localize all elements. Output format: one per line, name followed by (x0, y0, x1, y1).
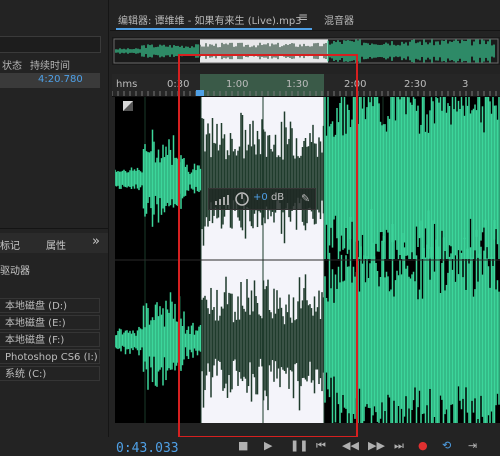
files-search-field[interactable] (0, 36, 101, 53)
col-duration-header[interactable]: 持续时间 (30, 57, 70, 72)
loop-icon[interactable]: ⟲ (442, 439, 451, 452)
tab-markers[interactable]: 标记 (0, 237, 20, 252)
ruler-tick-cut: 3 (462, 79, 469, 90)
more-panels-icon[interactable]: » (92, 234, 100, 249)
goto-start-icon[interactable]: ⏮ (316, 439, 326, 453)
fastforward-icon[interactable]: ▶▶ (368, 439, 385, 452)
record-icon[interactable]: ● (418, 439, 428, 452)
pause-icon[interactable]: ❚❚ (290, 439, 308, 452)
drive-item[interactable]: 本地磁盘 (F:) (0, 332, 100, 347)
play-icon[interactable]: ▶ (264, 439, 272, 452)
files-panel: 状态 持续时间 4:20.780 标记 属性 » 驱动器 本地磁盘 (D:) 本… (0, 0, 109, 455)
ruler-tick: 2:30 (404, 79, 427, 90)
divider (0, 228, 108, 229)
active-tab-indicator (116, 28, 312, 30)
ruler-unit: hms (116, 79, 138, 90)
drive-item[interactable]: 本地磁盘 (E:) (0, 315, 100, 330)
panel-tabs: 标记 属性 » (0, 233, 108, 253)
tab-editor[interactable]: 编辑器: 谭维维 - 如果有来生 (Live).mp3 (118, 12, 302, 27)
highlight-annotation (178, 54, 358, 438)
stop-icon[interactable]: ■ (238, 439, 248, 452)
rewind-icon[interactable]: ◀◀ (342, 439, 359, 452)
tab-mixer[interactable]: 混音器 (324, 12, 354, 27)
drive-item[interactable]: Photoshop CS6 (I:) (0, 349, 100, 364)
panel-menu-icon[interactable]: ≡ (298, 10, 308, 24)
file-duration: 4:20.780 (38, 74, 83, 85)
col-status-header[interactable]: 状态 (2, 57, 22, 72)
goto-end-icon[interactable]: ⏭ (394, 439, 404, 453)
skip-icon[interactable]: ⇥ (468, 439, 477, 452)
tab-properties[interactable]: 属性 (46, 237, 66, 252)
drives-header: 驱动器 (0, 266, 30, 277)
drive-item[interactable]: 本地磁盘 (D:) (0, 298, 100, 313)
drive-item[interactable]: 系统 (C:) (0, 366, 100, 381)
current-time[interactable]: 0:43.033 (116, 441, 179, 456)
editor-tabbar: 编辑器: 谭维维 - 如果有来生 (Live).mp3 ≡ 混音器 (110, 8, 500, 31)
